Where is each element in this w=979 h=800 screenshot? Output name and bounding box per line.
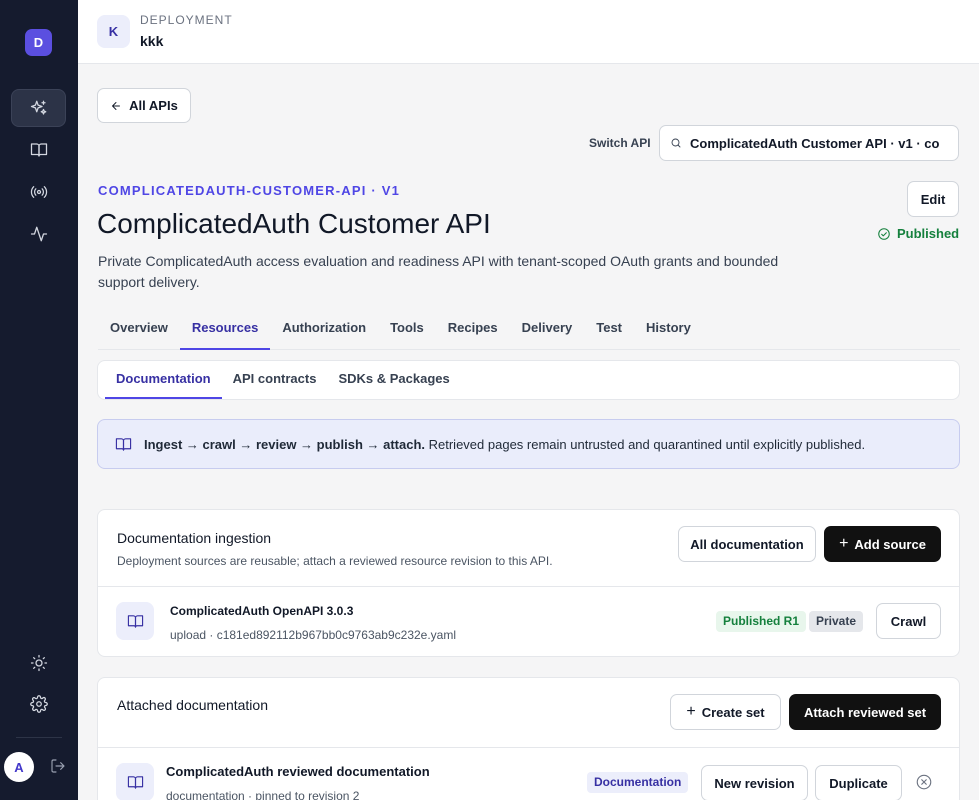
attach-reviewed-set-button[interactable]: Attach reviewed set: [789, 694, 941, 730]
sidebar-divider: [16, 737, 62, 738]
crawl-button[interactable]: Crawl: [876, 603, 941, 639]
topbar: K DEPLOYMENT kkk: [78, 0, 979, 64]
close-circle-icon: [916, 774, 932, 790]
attached-card-header: Attached documentation + Create set Atta…: [98, 678, 959, 748]
deployment-label: DEPLOYMENT: [140, 13, 233, 27]
activity-icon: [30, 226, 47, 242]
create-set-button[interactable]: + Create set: [670, 694, 781, 730]
book-icon: [127, 614, 143, 628]
documentation-ingestion-card: Documentation ingestion Deployment sourc…: [97, 509, 960, 657]
workflow-steps: Ingest → crawl → review → publish → atta…: [144, 436, 426, 452]
book-icon: [127, 775, 143, 789]
settings-button[interactable]: [11, 685, 66, 723]
ingestion-title: Documentation ingestion: [117, 530, 272, 546]
subtab-api-contracts[interactable]: API contracts: [222, 361, 328, 399]
all-documentation-button[interactable]: All documentation: [678, 526, 816, 562]
page-title: ComplicatedAuth Customer API: [97, 208, 491, 239]
tab-authorization[interactable]: Authorization: [270, 314, 378, 350]
status-badge: Published: [877, 226, 959, 241]
create-set-label: Create set: [701, 704, 765, 720]
switch-api-input[interactable]: [690, 135, 940, 151]
duplicate-button[interactable]: Duplicate: [815, 765, 902, 800]
edit-button[interactable]: Edit: [907, 181, 959, 217]
sidebar: D A: [0, 0, 78, 800]
main-content: All APIs Switch API COMPLICATEDAUTH-CUST…: [78, 64, 979, 800]
tab-overview[interactable]: Overview: [98, 314, 180, 350]
detach-button[interactable]: [915, 773, 933, 791]
sidebar-item-agents[interactable]: [11, 89, 66, 127]
source-name[interactable]: ComplicatedAuth OpenAPI 3.0.3: [170, 604, 353, 618]
logout-button[interactable]: [50, 758, 68, 776]
deployment-badge: K: [97, 15, 130, 48]
sidebar-item-broadcast[interactable]: [11, 173, 66, 211]
subtab-sdks-packages[interactable]: SDKs & Packages: [327, 361, 460, 399]
status-label: Published: [897, 226, 960, 241]
tab-history[interactable]: History: [634, 314, 703, 350]
deployment-name[interactable]: kkk: [140, 33, 163, 49]
workflow-info-text: Ingest → crawl → review → publish → atta…: [144, 437, 865, 452]
sun-icon: [30, 654, 47, 672]
broadcast-icon: [30, 186, 47, 198]
theme-toggle-button[interactable]: [11, 644, 66, 682]
check-circle-icon: [878, 227, 890, 240]
api-slug: COMPLICATEDAUTH-CUSTOMER-API · V1: [98, 183, 401, 198]
set-name[interactable]: ComplicatedAuth reviewed documentation: [166, 764, 430, 779]
back-to-apis-label: All APIs: [129, 98, 178, 113]
switch-api-field[interactable]: [659, 125, 959, 161]
api-tabs: Overview Resources Authorization Tools R…: [98, 314, 960, 350]
workflow-note: Retrieved pages remain untrusted and qua…: [425, 436, 866, 452]
ingestion-subtitle: Deployment sources are reusable; attach …: [117, 554, 553, 568]
tab-recipes[interactable]: Recipes: [436, 314, 510, 350]
gear-icon: [29, 695, 48, 713]
visibility-badge: Private: [809, 611, 864, 632]
resource-subtabs: Documentation API contracts SDKs & Packa…: [97, 360, 960, 400]
type-badge: Documentation: [587, 772, 689, 793]
ingestion-card-header: Documentation ingestion Deployment sourc…: [98, 510, 959, 587]
set-detail: documentation · pinned to revision 2: [166, 789, 360, 800]
logout-icon: [51, 759, 65, 773]
source-detail: upload · c181ed892112b967bb0c9763ab9c232…: [170, 628, 457, 642]
source-book-icon-tile: [116, 602, 154, 640]
attached-title: Attached documentation: [117, 697, 268, 713]
book-icon: [30, 143, 47, 157]
avatar[interactable]: A: [4, 752, 34, 782]
plus-icon: +: [686, 703, 696, 720]
workflow-info-banner: Ingest → crawl → review → publish → atta…: [97, 419, 960, 469]
arrow-left-icon: [112, 101, 121, 110]
add-source-button[interactable]: + Add source: [824, 526, 941, 562]
switch-api-label: Switch API: [589, 136, 651, 150]
sparkles-icon: [30, 100, 46, 115]
api-description: Private ComplicatedAuth access evaluatio…: [98, 253, 779, 290]
tab-tools[interactable]: Tools: [378, 314, 436, 350]
sidebar-item-docs[interactable]: [11, 131, 66, 169]
tab-resources[interactable]: Resources: [179, 314, 271, 350]
status-badge: Published R1: [716, 611, 807, 632]
workspace-logo[interactable]: D: [25, 29, 52, 56]
search-icon: [671, 138, 681, 148]
attached-documentation-card: Attached documentation + Create set Atta…: [97, 677, 960, 800]
new-revision-button[interactable]: New revision: [701, 765, 808, 800]
sidebar-item-activity[interactable]: [11, 215, 66, 253]
set-book-icon-tile: [116, 763, 154, 800]
tab-delivery[interactable]: Delivery: [510, 314, 585, 350]
add-source-label: Add source: [854, 536, 926, 552]
back-to-apis-button[interactable]: All APIs: [97, 88, 191, 123]
book-icon: [115, 437, 132, 451]
subtab-documentation[interactable]: Documentation: [105, 361, 222, 399]
tab-test[interactable]: Test: [584, 314, 634, 350]
plus-icon: +: [839, 535, 849, 552]
